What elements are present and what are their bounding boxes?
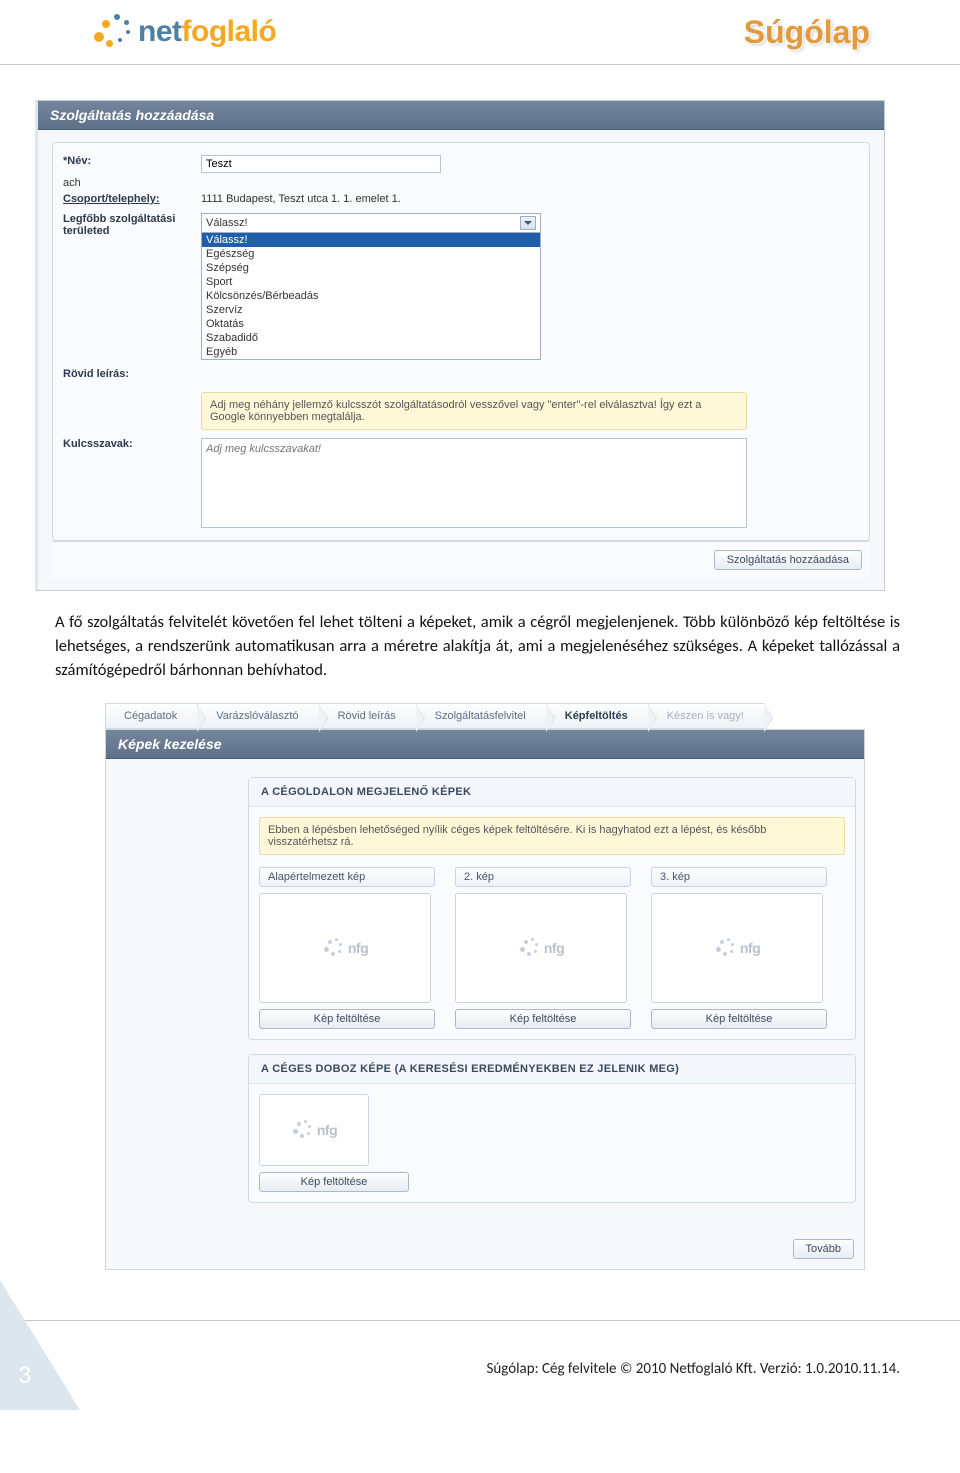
name-label: *Név: [63, 155, 201, 167]
section-title: A CÉGOLDALON MEGJELENŐ KÉPEK [249, 778, 855, 807]
area-option[interactable]: Kölcsönzés/Bérbeadás [202, 289, 540, 303]
crumb[interactable]: Szolgáltatásfelvitel [416, 703, 546, 729]
page-number: 3 [18, 1358, 31, 1390]
area-option[interactable]: Szépség [202, 261, 540, 275]
panel-title-images: Képek kezelése [106, 730, 864, 759]
section-hint: Ebben a lépésben lehetőséged nyílik cége… [259, 817, 845, 855]
section-title: A CÉGES DOBOZ KÉPE (A KERESÉSI EREDMÉNYE… [249, 1055, 855, 1084]
crumb[interactable]: Varázslóválasztó [197, 703, 318, 729]
area-dropdown[interactable]: Válassz! Egészség Szépség Sport Kölcsönz… [201, 233, 541, 360]
body-paragraph: A fő szolgáltatás felvitelét követően fe… [0, 591, 960, 703]
area-option[interactable]: Válassz! [202, 233, 540, 247]
section-page-images: A CÉGOLDALON MEGJELENŐ KÉPEK Ebben a lép… [248, 777, 856, 1040]
panel-title: Szolgáltatás hozzáadása [38, 101, 884, 130]
footer-text: Súgólap: Cég felvitele © 2010 Netfoglaló… [486, 1360, 900, 1378]
thumb-slot: Alapértelmezett kép nfg Kép feltöltése [259, 867, 435, 1029]
thumb-label: 2. kép [455, 867, 631, 887]
crumb[interactable]: Cégadatok [105, 703, 197, 729]
thumb-slot: 2. kép nfg Kép feltöltése [455, 867, 631, 1029]
next-button[interactable]: Tovább [793, 1239, 854, 1259]
keywords-label: Kulcsszavak: [63, 438, 201, 450]
thumb-slot-small: nfg Kép feltöltése [259, 1094, 409, 1192]
area-option[interactable]: Sport [202, 275, 540, 289]
upload-button[interactable]: Kép feltöltése [259, 1009, 435, 1029]
screenshot-form-add-service: Szolgáltatás hozzáadása *Név: ach Csopor… [35, 100, 885, 591]
crumb[interactable]: Rövid leírás [319, 703, 416, 729]
area-selected-value: Válassz! [206, 217, 248, 229]
logo-text-1: net [138, 15, 182, 48]
group-label: Csoport/telephely: [63, 193, 201, 205]
crumb-active[interactable]: Képfeltöltés [546, 703, 648, 729]
screenshot-images-panel: Cégadatok Varázslóválasztó Rövid leírás … [105, 703, 865, 1270]
page-header: netfoglaló Súgólap [0, 0, 960, 65]
thumb-slot: 3. kép nfg Kép feltöltése [651, 867, 827, 1029]
thumb-placeholder: nfg [455, 893, 627, 1003]
nfg-placeholder-icon: nfg [322, 937, 368, 959]
nfg-placeholder-icon: nfg [291, 1119, 337, 1141]
hint-box: Adj meg néhány jellemző kulcsszót szolgá… [201, 392, 747, 430]
area-option[interactable]: Egészség [202, 247, 540, 261]
crumb-disabled: Készen is vagy! [648, 703, 764, 729]
nfg-placeholder-icon: nfg [714, 937, 760, 959]
section-box-image: A CÉGES DOBOZ KÉPE (A KERESÉSI EREDMÉNYE… [248, 1054, 856, 1203]
thumb-placeholder: nfg [259, 893, 431, 1003]
name-input[interactable] [201, 155, 441, 173]
thumb-placeholder: nfg [259, 1094, 369, 1166]
area-select[interactable]: Válassz! Válassz! Egészség Szépség Sport… [201, 213, 541, 360]
logo: netfoglaló [90, 10, 276, 54]
logo-icon [90, 10, 134, 54]
upload-button[interactable]: Kép feltöltése [259, 1172, 409, 1192]
breadcrumb: Cégadatok Varázslóválasztó Rövid leírás … [105, 703, 865, 729]
area-option[interactable]: Oktatás [202, 317, 540, 331]
area-label: Legfőbb szolgáltatási területed [63, 213, 201, 237]
page-footer: 3 Súgólap: Cég felvitele © 2010 Netfogla… [0, 1320, 960, 1410]
page-title: Súgólap [744, 14, 870, 51]
keywords-input[interactable] [201, 438, 747, 528]
area-option[interactable]: Szervíz [202, 303, 540, 317]
thumb-placeholder: nfg [651, 893, 823, 1003]
footer-triangle-decoration [0, 1280, 80, 1410]
area-option[interactable]: Egyéb [202, 345, 540, 359]
upload-button[interactable]: Kép feltöltése [651, 1009, 827, 1029]
group-value: 1111 Budapest, Teszt utca 1. 1. emelet 1… [201, 193, 401, 205]
add-service-button[interactable]: Szolgáltatás hozzáadása [714, 550, 862, 570]
short-desc-label: Rövid leírás: [63, 368, 201, 380]
area-option[interactable]: Szabadidő [202, 331, 540, 345]
upload-button[interactable]: Kép feltöltése [455, 1009, 631, 1029]
thumb-label: Alapértelmezett kép [259, 867, 435, 887]
thumb-label: 3. kép [651, 867, 827, 887]
logo-text-2: foglaló [182, 15, 277, 48]
chevron-down-icon[interactable] [520, 216, 536, 230]
nfg-placeholder-icon: nfg [518, 937, 564, 959]
